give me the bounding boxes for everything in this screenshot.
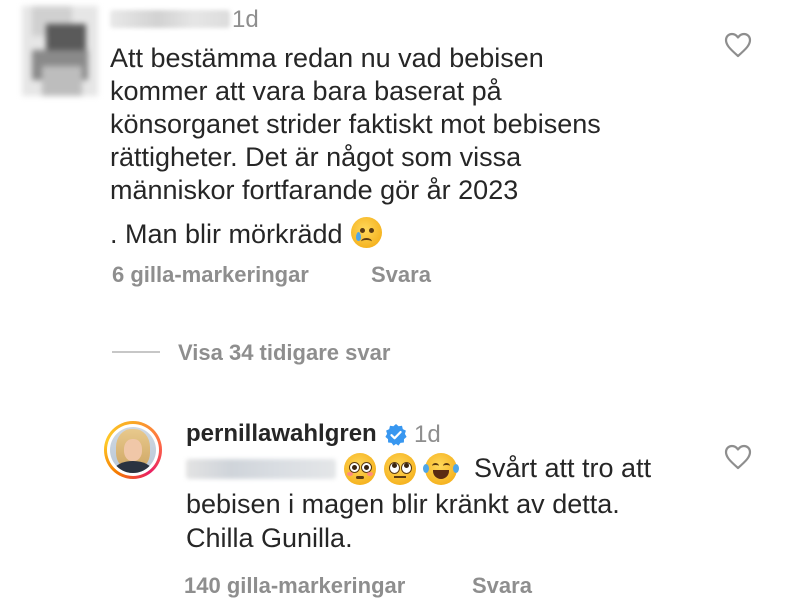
comment-line: rättigheter. Det är något som vissa [110,142,522,172]
likes-count[interactable]: 6 gilla-markeringar [112,262,309,288]
avatar-blurred[interactable] [22,6,98,96]
reply-button[interactable]: Svara [472,573,532,599]
avatar[interactable] [104,421,162,479]
comment-line: könsorganet strider faktiskt mot bebisen… [110,109,601,139]
comment-time: 1d [414,421,441,448]
verified-badge-icon [384,423,408,447]
reply-line: Chilla Gunilla. [186,523,353,553]
face-with-tears-of-joy-icon [423,453,459,485]
reply-text-first-line: Svårt att tro att [474,453,652,483]
crying-face-icon [350,217,382,248]
view-previous-replies-button[interactable]: Visa 34 tidigare svar [178,340,390,366]
replies-divider [112,351,160,353]
reply-line: bebisen i magen blir kränkt av detta. [186,489,620,519]
like-heart-icon[interactable] [724,444,752,470]
like-heart-icon[interactable] [724,32,752,58]
comment-line: människor fortfarande gör år 2023 [110,175,519,205]
avatar-photo [110,427,156,473]
comment-time: 1d [232,6,259,33]
comment-line-last: . Man blir mörkrädd [110,217,710,251]
comment-line: kommer att vara bara baserat på [110,76,502,106]
username[interactable]: pernillawahlgren [186,420,377,448]
username-blurred[interactable] [110,10,230,28]
reply-text: bebisen i magen blir kränkt av detta. Ch… [186,487,620,555]
reply-button[interactable]: Svara [371,262,431,288]
flushed-face-icon [344,453,376,485]
mention-blurred[interactable] [186,459,336,479]
comment-line-last-text: . Man blir mörkrädd [110,219,343,249]
comment-line: Att bestämma redan nu vad bebisen [110,43,544,73]
face-with-rolling-eyes-icon [384,453,416,485]
likes-count[interactable]: 140 gilla-markeringar [184,573,405,599]
comment-text: Att bestämma redan nu vad bebisen kommer… [110,42,710,251]
